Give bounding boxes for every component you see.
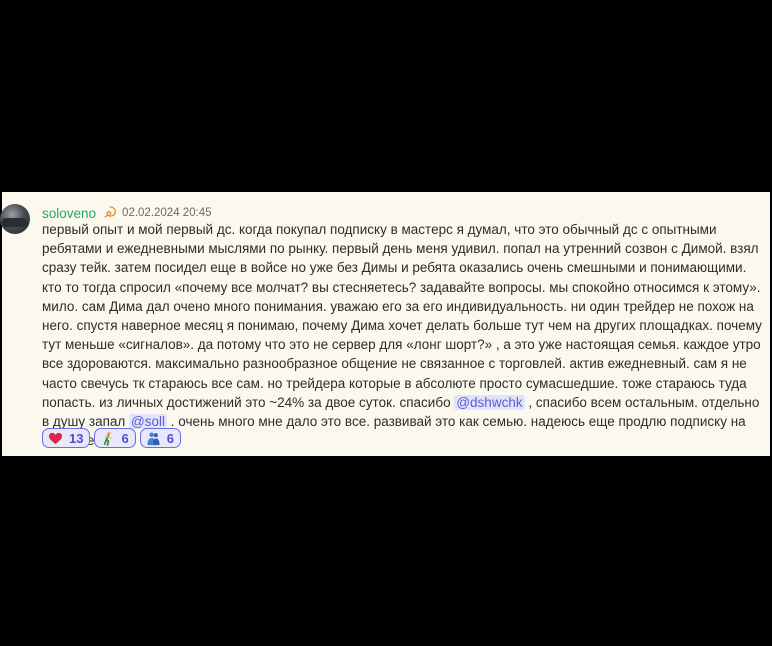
reaction-heart[interactable]: 13 <box>42 428 91 448</box>
reactions-bar: 13 6 6 <box>42 428 181 448</box>
people-hugging-icon <box>147 432 160 445</box>
message-text: первый опыт и мой первый дс. когда покуп… <box>42 220 766 450</box>
message-timestamp: 02.02.2024 20:45 <box>122 207 212 219</box>
author-username[interactable]: soloveno <box>42 206 96 221</box>
heart-icon <box>48 432 63 444</box>
avatar-car-image <box>2 218 28 227</box>
reaction-hug[interactable]: 6 <box>139 428 181 448</box>
message-text-part: первый опыт и мой первый дс. когда покуп… <box>42 222 762 410</box>
naruto-swirl-icon <box>104 206 116 218</box>
mention-dshwchk[interactable]: @dshwchk <box>454 394 525 410</box>
avatar[interactable] <box>0 204 30 234</box>
reaction-running[interactable]: 6 <box>94 428 136 448</box>
mention-soll[interactable]: @soll <box>129 414 167 430</box>
reaction-count: 6 <box>166 430 174 446</box>
reaction-count: 6 <box>121 430 129 446</box>
reaction-count: 13 <box>69 430 84 446</box>
message-card: soloveno 02.02.2024 20:45 первый опыт и … <box>0 192 770 456</box>
person-running-icon <box>104 431 112 446</box>
